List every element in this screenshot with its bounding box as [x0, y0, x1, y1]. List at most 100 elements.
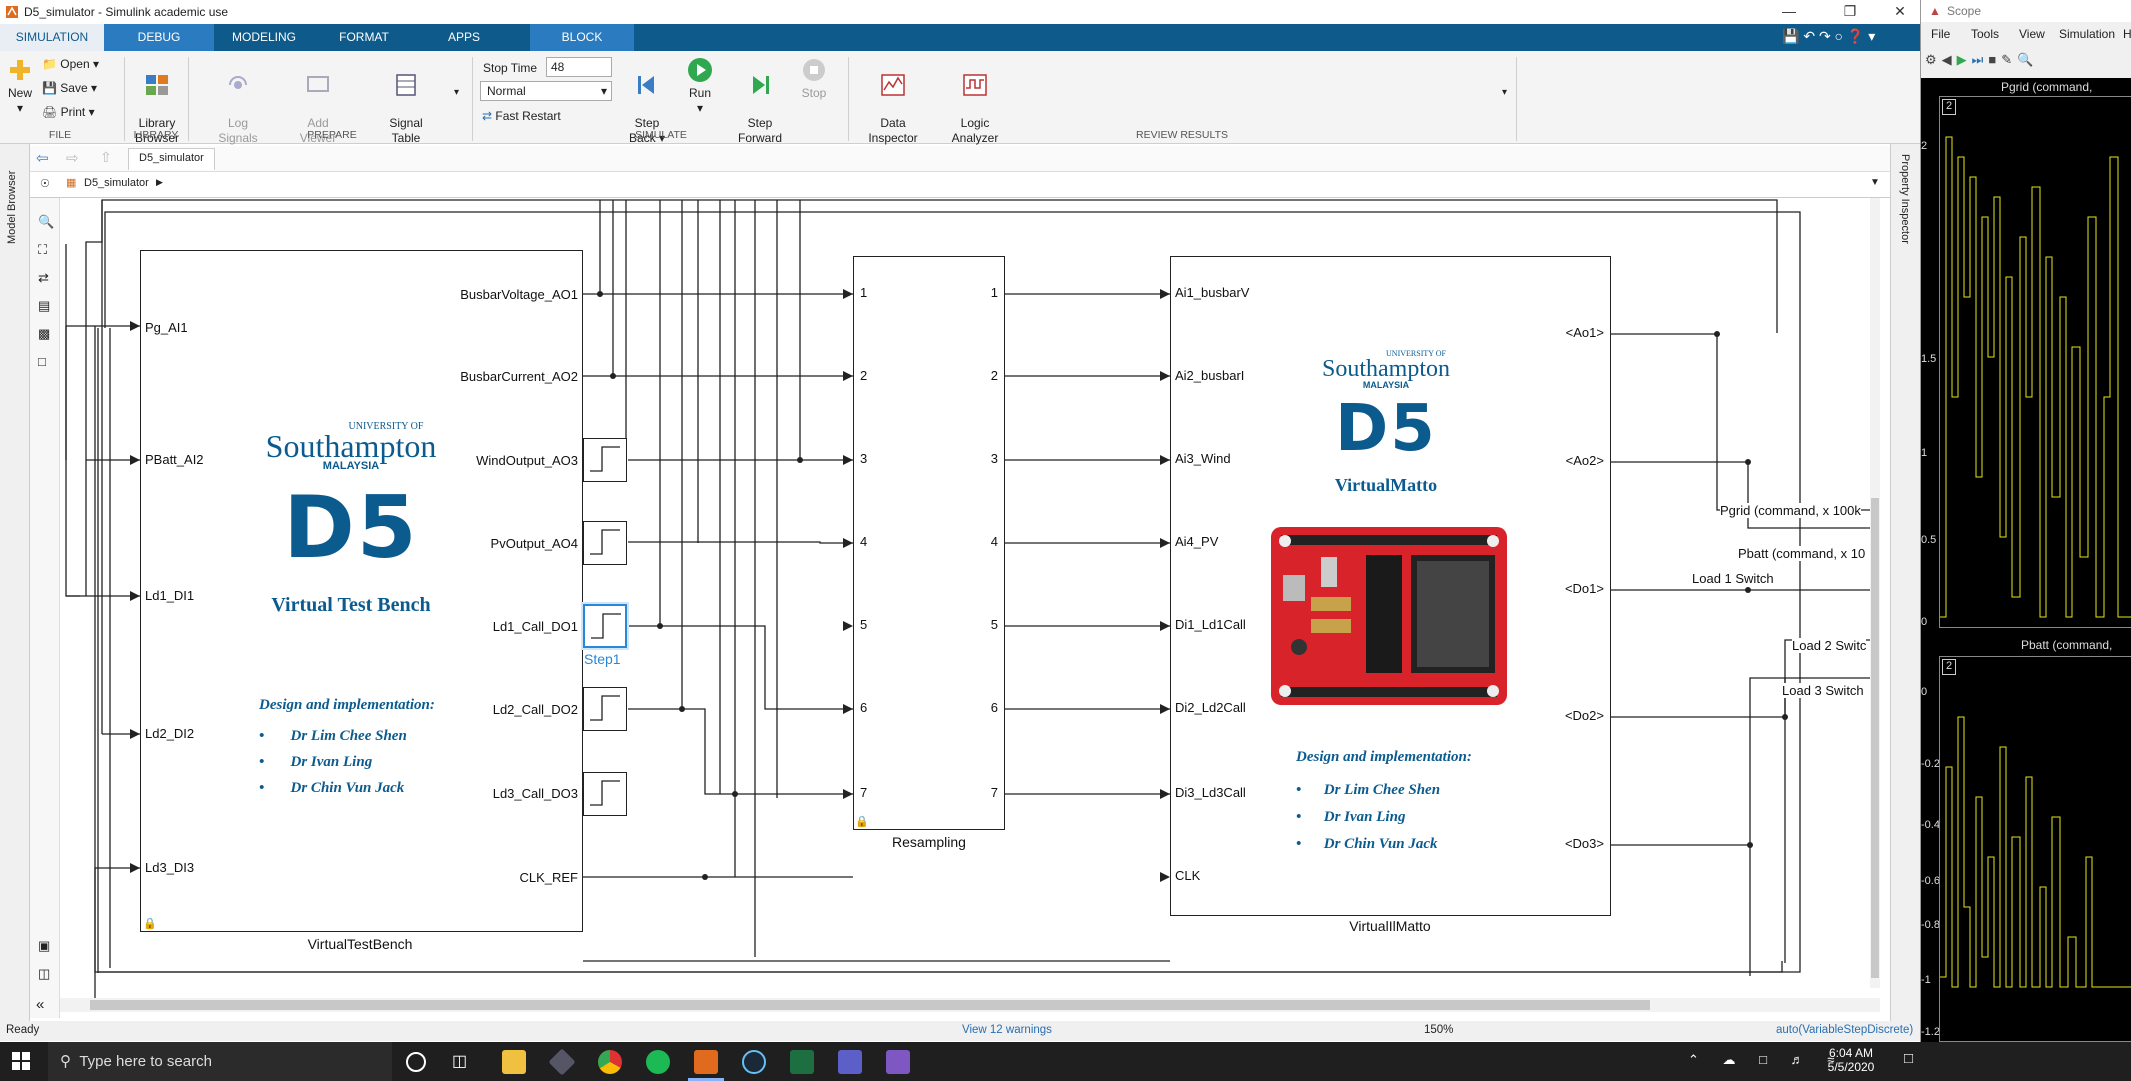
- address-dropdown-icon[interactable]: ▼: [1870, 177, 1880, 188]
- warnings-link[interactable]: View 12 warnings: [962, 1024, 1052, 1036]
- signal-label[interactable]: Pbatt (command, x 10: [1738, 546, 1866, 561]
- collapse-toolbar-icon[interactable]: «: [36, 996, 44, 1013]
- close-button[interactable]: ✕: [1883, 0, 1917, 24]
- screenshot-icon[interactable]: ▣: [38, 938, 50, 954]
- vertical-scroll-thumb[interactable]: [1871, 498, 1879, 978]
- signal-label[interactable]: Load 1 Switch: [1692, 571, 1774, 586]
- step-block-wind[interactable]: [583, 438, 627, 482]
- fit-view-icon[interactable]: ⛶: [38, 242, 47, 258]
- task-view-icon[interactable]: ◫: [452, 1051, 467, 1071]
- image-icon[interactable]: ▩: [38, 326, 50, 342]
- scope-highlight-icon[interactable]: ✎: [2001, 52, 2017, 67]
- scope-run-icon[interactable]: ▶: [1957, 52, 1972, 67]
- scope-stop-icon[interactable]: ■: [1988, 52, 2001, 67]
- vertical-scrollbar[interactable]: [1870, 198, 1880, 988]
- scope-toolbar: ⚙◀▶⏭■✎🔍: [1921, 46, 2131, 76]
- signal-label[interactable]: Load 3 Switch: [1782, 683, 1864, 698]
- resampling-block[interactable]: 1 2 3 4 5 6 7 1 2 3 4 5 6 7 🔒: [853, 256, 1005, 830]
- stop-button[interactable]: Stop: [794, 57, 834, 101]
- start-button[interactable]: [12, 1052, 30, 1070]
- annotation-icon[interactable]: ▤: [38, 298, 50, 314]
- step1-label[interactable]: Step1: [584, 651, 621, 667]
- plot1-axes[interactable]: 2: [1939, 96, 2131, 628]
- clock[interactable]: 6:04 AM 5/5/2020: [1816, 1046, 1886, 1074]
- minimize-button[interactable]: —: [1772, 0, 1806, 24]
- excel-icon[interactable]: [790, 1050, 814, 1074]
- maximize-button[interactable]: ❐: [1833, 0, 1867, 24]
- ribbon-expand-icon[interactable]: ▾: [1502, 87, 1507, 98]
- back-arrow-icon[interactable]: ⇦: [36, 149, 49, 167]
- prepare-group-label: PREPARE: [307, 129, 357, 141]
- new-button[interactable]: New ▾: [4, 57, 36, 116]
- prepare-expand-icon[interactable]: ▾: [454, 87, 459, 98]
- hide-explorer-icon[interactable]: ☉: [40, 177, 50, 190]
- stop-time-input[interactable]: 48: [546, 57, 612, 77]
- step-block-ld2[interactable]: [583, 687, 627, 731]
- model-browser-tab[interactable]: Model Browser: [6, 154, 18, 244]
- virtual-test-bench-block[interactable]: Pg_AI1 PBatt_AI2 Ld1_DI1 Ld2_DI2 Ld3_DI3…: [140, 250, 583, 932]
- breadcrumb[interactable]: D5_simulator: [84, 177, 149, 189]
- vim-input-port: Ai1_busbarV: [1175, 285, 1250, 300]
- route-lines-icon[interactable]: ⇄: [38, 270, 49, 286]
- vim-subtitle: VirtualMatto: [1334, 475, 1438, 495]
- scope-window: ▲ Scope File Tools View Simulation H ⚙◀▶…: [1920, 0, 2131, 1042]
- tab-modeling[interactable]: MODELING: [214, 24, 314, 51]
- simulation-mode-select[interactable]: Normal ▾: [480, 81, 612, 101]
- cube-app-icon[interactable]: [548, 1048, 576, 1076]
- teams-icon[interactable]: [838, 1050, 862, 1074]
- forward-arrow-icon[interactable]: ⇨: [66, 149, 79, 167]
- scope-menu-file[interactable]: File: [1931, 27, 1950, 41]
- chrome-icon[interactable]: [598, 1050, 622, 1074]
- scope-settings-icon[interactable]: ⚙: [1925, 52, 1942, 67]
- window-title: D5_simulator - Simulink academic use: [24, 5, 229, 19]
- scope-step-icon[interactable]: ⏭: [1972, 52, 1989, 67]
- fast-restart-toggle[interactable]: ⇄ Fast Restart: [482, 109, 561, 123]
- vtb-output-port: BusbarCurrent_AO2: [460, 369, 578, 384]
- visual-studio-icon[interactable]: [886, 1050, 910, 1074]
- model-tab[interactable]: D5_simulator: [128, 148, 215, 170]
- matlab-icon[interactable]: [694, 1050, 718, 1074]
- tab-simulation[interactable]: SIMULATION: [0, 24, 104, 51]
- spotify-icon[interactable]: [646, 1050, 670, 1074]
- tab-debug[interactable]: DEBUG: [104, 24, 214, 51]
- zoom-icon[interactable]: 🔍: [38, 214, 54, 230]
- scope-zoom-icon[interactable]: 🔍: [2017, 52, 2038, 67]
- area-icon[interactable]: □: [38, 354, 46, 369]
- scope-menu-tools[interactable]: Tools: [1971, 27, 1999, 41]
- canvas-toolbar: 🔍 ⛶ ⇄ ▤ ▩ □ ▣ ◫ «: [30, 198, 60, 1018]
- signal-label[interactable]: Pgrid (command, x 100k: [1720, 503, 1861, 518]
- step-block-ld3[interactable]: [583, 772, 627, 816]
- file-explorer-icon[interactable]: [502, 1050, 526, 1074]
- horizontal-scrollbar[interactable]: [60, 998, 1880, 1012]
- scope-plot-area[interactable]: Pgrid (command, 2 1.5 1 0.5 0 2 Pbatt (c…: [1921, 78, 2131, 1042]
- solver-link[interactable]: auto(VariableStepDiscrete): [1776, 1024, 1913, 1036]
- horizontal-scroll-thumb[interactable]: [90, 1000, 1650, 1010]
- notifications-icon[interactable]: □: [1904, 1050, 1913, 1067]
- tab-apps[interactable]: APPS: [414, 24, 514, 51]
- up-arrow-icon[interactable]: ⇧: [100, 149, 112, 166]
- scope-menu-simulation[interactable]: Simulation: [2059, 27, 2115, 41]
- cortana-icon[interactable]: [406, 1052, 426, 1072]
- plot2-ytick: -0.8: [1921, 919, 1940, 931]
- taskbar-search-box[interactable]: ⚲ Type here to search: [48, 1042, 392, 1081]
- step1-block[interactable]: [583, 604, 627, 648]
- clock-date: 5/5/2020: [1827, 1060, 1875, 1074]
- tab-block[interactable]: BLOCK: [530, 24, 634, 51]
- scope-menu-help[interactable]: H: [2123, 27, 2131, 41]
- tab-format[interactable]: FORMAT: [314, 24, 414, 51]
- signal-label[interactable]: Load 2 Switc: [1792, 638, 1867, 653]
- open-button[interactable]: 📁 Open ▾: [42, 57, 112, 72]
- property-inspector-tab[interactable]: Property Inspector: [1899, 154, 1911, 264]
- model-canvas[interactable]: Pg_AI1 PBatt_AI2 Ld1_DI1 Ld2_DI2 Ld3_DI3…: [60, 198, 1880, 998]
- scope-menu-view[interactable]: View: [2019, 27, 2045, 41]
- plot2-axes[interactable]: 2: [1939, 656, 2131, 1042]
- model-explorer-icon[interactable]: ◫: [38, 966, 50, 982]
- steam-icon[interactable]: [742, 1050, 766, 1074]
- save-button[interactable]: 💾 Save ▾: [42, 81, 112, 96]
- list-item: • Dr Ivan Ling: [1296, 809, 1406, 825]
- run-button[interactable]: Run ▾: [678, 57, 722, 116]
- step-block-pv[interactable]: [583, 521, 627, 565]
- print-button[interactable]: 🖨 Print ▾: [42, 105, 112, 120]
- scope-rewind-icon[interactable]: ◀: [1942, 52, 1957, 67]
- virtual-ilmatto-block[interactable]: Ai1_busbarV Ai2_busbarI Ai3_Wind Ai4_PV …: [1170, 256, 1611, 916]
